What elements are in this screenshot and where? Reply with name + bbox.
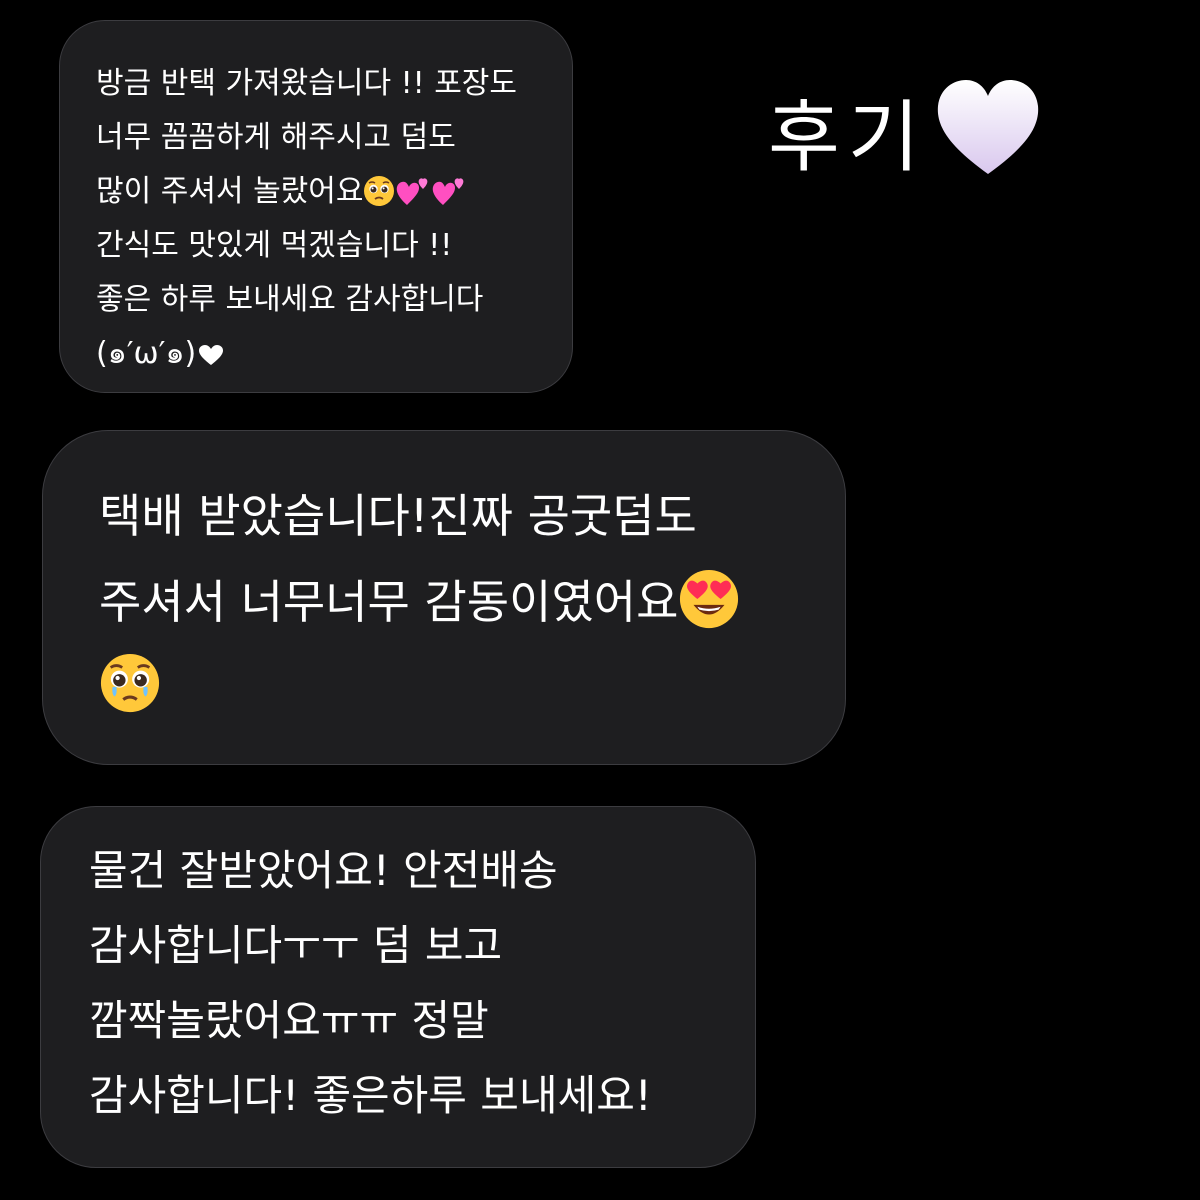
two-hearts-icon — [433, 178, 464, 205]
chat-screenshot: { "title": { "text": "후기", "heart_icon":… — [0, 0, 1200, 1200]
review-title: 후기 — [768, 78, 1044, 193]
message-1-line-2: 너무 꼼꼼하게 해주시고 덤도 — [96, 120, 456, 155]
review-title-text: 후기 — [768, 93, 928, 183]
message-1-line-4: 간식도 맛있게 먹겠습니다 !! — [96, 228, 453, 263]
message-1-line-3: 많이 주셔서 놀랐어요 — [96, 174, 364, 209]
message-2-line-2-wrapper: 주셔서 너무너무 감동이였어요 — [99, 559, 845, 645]
message-1-line-1: 방금 반택 가져왔습니다 !! 포장도 — [96, 66, 517, 101]
message-2-line-1: 택배 받았습니다!진짜 공굿덤도 — [99, 489, 697, 543]
message-1-line-5: 좋은 하루 보내세요 감사합니다 — [96, 282, 484, 317]
message-1-line-3-wrapper: 많이 주셔서 놀랐어요 — [96, 165, 572, 219]
pleading-face-icon — [364, 176, 395, 206]
message-1-line-6-wrapper: (๑′ω′๑) — [96, 327, 572, 381]
heart-eyes-icon — [680, 569, 739, 629]
message-2-line-3-wrapper — [99, 645, 845, 731]
message-bubble-3: 물건 잘받았어요! 안전배송 감사합니다ㅜㅜ 덤 보고 깜짝놀랐어요ㅠㅠ 정말 … — [40, 806, 756, 1168]
message-bubble-1: 방금 반택 가져왔습니다 !! 포장도 너무 꼼꼼하게 해주시고 덤도 많이 주… — [59, 20, 573, 393]
message-bubble-2: 택배 받았습니다!진짜 공굿덤도 주셔서 너무너무 감동이였어요 — [42, 430, 846, 765]
message-3-line-2: 감사합니다ㅜㅜ 덤 보고 — [89, 921, 503, 970]
message-2-line-2: 주셔서 너무너무 감동이였어요 — [99, 575, 679, 629]
pleading-face-icon — [100, 653, 160, 713]
white-heart-icon — [199, 345, 224, 365]
white-heart-icon — [937, 80, 1038, 174]
message-3-line-3: 깜짝놀랐어요ㅠㅠ 정말 — [89, 996, 489, 1045]
message-3-line-1: 물건 잘받았어요! 안전배송 — [89, 846, 558, 895]
message-3-line-4: 감사합니다! 좋은하루 보내세요! — [89, 1071, 652, 1120]
two-hearts-icon — [397, 178, 428, 205]
message-1-line-6: (๑′ω′๑) — [96, 336, 197, 371]
